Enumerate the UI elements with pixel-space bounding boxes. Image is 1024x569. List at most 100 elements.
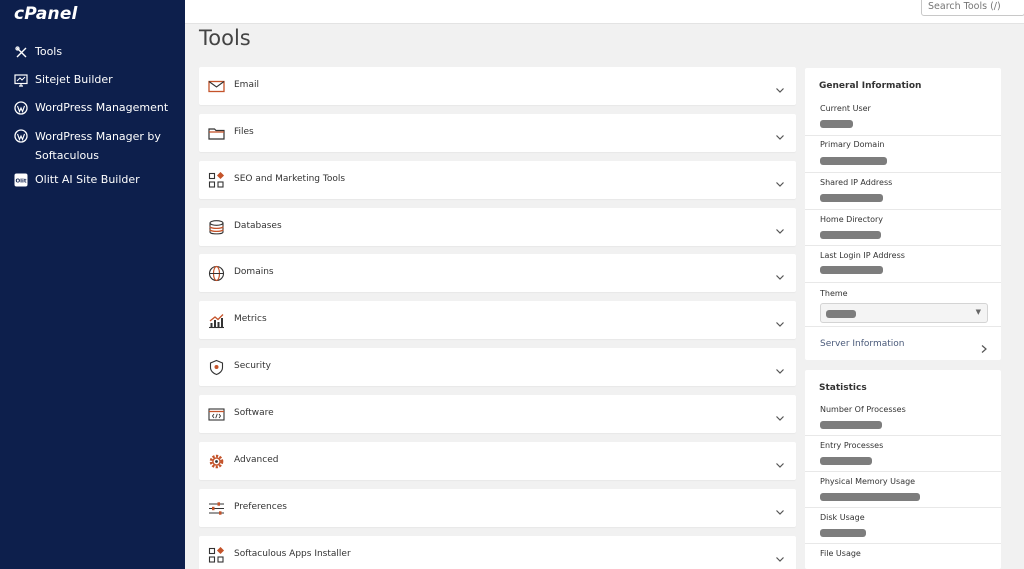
sidebar-item-olitt[interactable]: Olit Olitt AI Site Builder <box>14 173 140 187</box>
general-information-panel: General Information Current User Primary… <box>805 68 1001 360</box>
group-softaculous[interactable]: Softaculous Apps Installer <box>199 536 796 569</box>
group-email[interactable]: Email <box>199 67 796 105</box>
softaculous-icon <box>208 546 225 564</box>
shield-icon <box>208 359 225 376</box>
wordpress-icon <box>14 101 28 115</box>
top-bar <box>185 0 1024 24</box>
chevron-down-icon[interactable] <box>775 221 785 234</box>
sidebar: cPanel Tools Sitejet Builder WordPress M… <box>0 0 185 569</box>
software-icon <box>208 406 225 423</box>
group-software[interactable]: Software <box>199 395 796 433</box>
redacted-value <box>820 457 872 465</box>
chevron-down-icon[interactable] <box>775 314 785 327</box>
seo-icon <box>208 171 225 189</box>
redacted-value <box>820 266 883 274</box>
group-security[interactable]: Security <box>199 348 796 386</box>
metrics-icon <box>208 312 225 329</box>
group-label: Files <box>234 127 254 137</box>
sidebar-item-wordpress-management[interactable]: WordPress Management <box>14 101 168 115</box>
sidebar-item-tools[interactable]: Tools <box>14 45 62 59</box>
group-advanced[interactable]: Advanced <box>199 442 796 480</box>
sliders-icon <box>208 500 225 517</box>
redacted-value <box>826 310 856 318</box>
info-row-shared-ip: Shared IP Address <box>805 173 1001 210</box>
sidebar-item-label: Tools <box>35 45 63 58</box>
sidebar-item-wordpress-manager-softaculous[interactable]: WordPress Manager by Softaculous <box>14 127 174 165</box>
redacted-value <box>820 231 881 239</box>
group-label: Softaculous Apps Installer <box>234 549 351 559</box>
sidebar-item-label: Olitt AI Site Builder <box>35 173 140 186</box>
group-label: SEO and Marketing Tools <box>234 174 346 184</box>
redacted-value <box>820 157 887 165</box>
wordpress-icon <box>14 129 28 143</box>
server-information-link[interactable]: Server Information <box>820 339 904 349</box>
redacted-value <box>820 493 920 501</box>
group-preferences[interactable]: Preferences <box>199 489 796 527</box>
info-row-primary-domain: Primary Domain <box>805 136 1001 173</box>
chevron-down-icon[interactable] <box>775 549 785 562</box>
group-label: Domains <box>234 267 274 277</box>
group-metrics[interactable]: Metrics <box>199 301 796 339</box>
stat-row-file-usage: File Usage <box>805 544 1001 569</box>
group-label: Email <box>234 80 259 90</box>
sidebar-item-label: Sitejet Builder <box>35 73 113 86</box>
info-label: Last Login IP Address <box>820 251 905 260</box>
statistics-panel: Statistics Number Of Processes Entry Pro… <box>805 370 1001 569</box>
info-row-theme: Theme ▼ <box>805 283 1001 327</box>
group-seo[interactable]: SEO and Marketing Tools <box>199 161 796 199</box>
page-title: Tools <box>199 26 251 50</box>
redacted-value <box>820 529 866 537</box>
info-label: Current User <box>820 104 871 113</box>
monitor-icon <box>14 73 28 87</box>
search-input[interactable] <box>921 0 1024 16</box>
theme-select[interactable]: ▼ <box>820 303 988 323</box>
info-label: Theme <box>820 289 848 298</box>
database-icon <box>208 219 225 236</box>
chevron-down-icon[interactable] <box>775 408 785 421</box>
folder-icon <box>208 125 225 142</box>
group-domains[interactable]: Domains <box>199 254 796 292</box>
chevron-right-icon[interactable] <box>980 339 988 358</box>
group-label: Databases <box>234 221 282 231</box>
info-label: Home Directory <box>820 215 884 224</box>
chevron-down-icon[interactable] <box>775 267 785 280</box>
group-label: Security <box>234 361 271 371</box>
info-label: File Usage <box>820 549 861 558</box>
group-files[interactable]: Files <box>199 114 796 152</box>
redacted-value <box>820 120 853 128</box>
info-row-last-login-ip: Last Login IP Address <box>805 246 1001 283</box>
info-label: Physical Memory Usage <box>820 477 916 486</box>
stat-row-disk-usage: Disk Usage <box>805 508 1001 544</box>
olitt-icon: Olit <box>14 173 28 187</box>
group-label: Preferences <box>234 502 287 512</box>
gear-icon <box>208 453 225 470</box>
stat-row-physical-memory: Physical Memory Usage <box>805 472 1001 508</box>
sidebar-item-label: WordPress Management <box>35 101 169 114</box>
group-label: Software <box>234 408 274 418</box>
chevron-down-icon[interactable] <box>775 502 785 515</box>
sidebar-item-sitejet[interactable]: Sitejet Builder <box>14 73 113 87</box>
info-label: Number Of Processes <box>820 405 906 414</box>
redacted-value <box>820 421 882 429</box>
chevron-down-icon[interactable] <box>775 455 785 468</box>
sidebar-item-label: WordPress Manager by Softaculous <box>35 130 161 162</box>
cpanel-logo[interactable]: cPanel <box>14 4 78 24</box>
chevron-down-icon[interactable] <box>775 80 785 93</box>
info-label: Entry Processes <box>820 441 884 450</box>
tools-icon <box>14 45 28 59</box>
info-label: Primary Domain <box>820 140 885 149</box>
email-icon <box>208 78 225 95</box>
panel-title: General Information <box>819 81 922 91</box>
chevron-down-icon[interactable] <box>775 361 785 374</box>
info-label: Shared IP Address <box>820 178 893 187</box>
info-row-current-user: Current User <box>805 102 1001 136</box>
stat-row-entry-processes: Entry Processes <box>805 436 1001 472</box>
info-label: Disk Usage <box>820 513 865 522</box>
group-label: Metrics <box>234 314 267 324</box>
group-label: Advanced <box>234 455 279 465</box>
chevron-down-icon[interactable] <box>775 127 785 140</box>
panel-title: Statistics <box>819 383 867 393</box>
globe-icon <box>208 265 225 282</box>
group-databases[interactable]: Databases <box>199 208 796 246</box>
chevron-down-icon[interactable] <box>775 174 785 187</box>
